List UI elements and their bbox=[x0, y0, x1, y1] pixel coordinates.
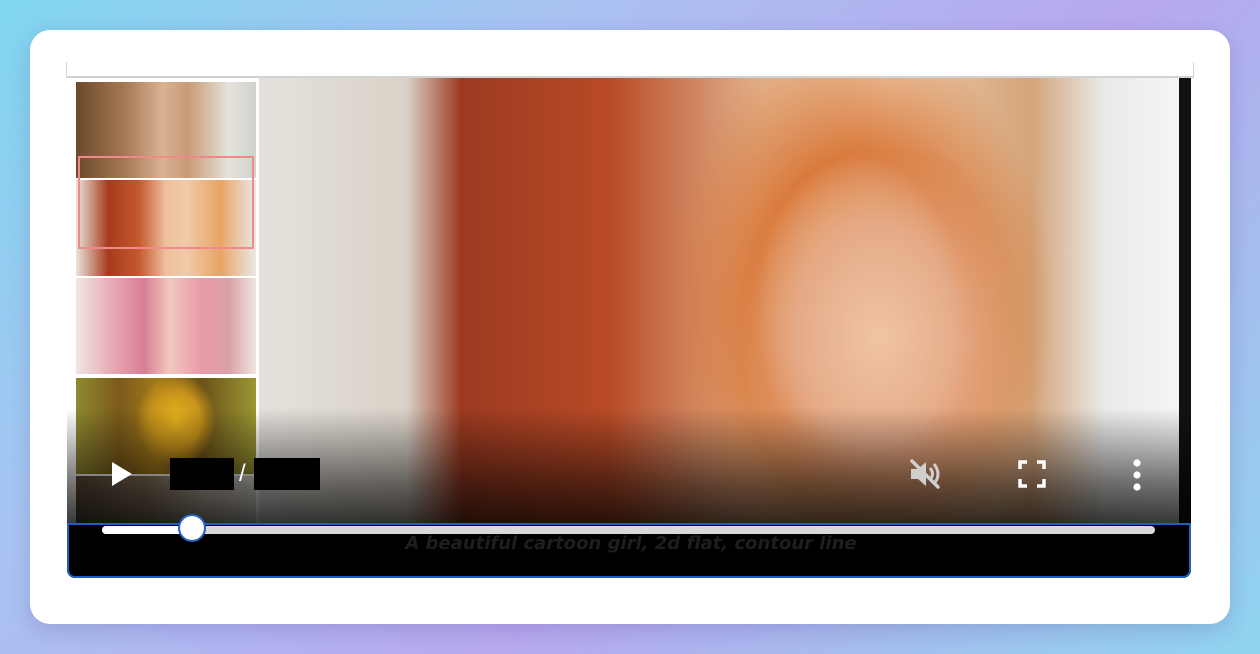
more-vertical-icon bbox=[1133, 459, 1141, 491]
mute-button[interactable] bbox=[907, 456, 943, 492]
video-player[interactable]: / A beautiful cartoon girl, 2d flat, con… bbox=[67, 78, 1191, 578]
seek-handle[interactable] bbox=[177, 514, 206, 542]
caption-text: A beautiful cartoon girl, 2d flat, conto… bbox=[405, 533, 857, 554]
current-time bbox=[170, 458, 234, 490]
thumbnail-selection-outline bbox=[78, 156, 254, 249]
volume-muted-icon bbox=[910, 459, 940, 489]
fullscreen-icon bbox=[1018, 460, 1046, 488]
fullscreen-button[interactable] bbox=[1017, 459, 1047, 489]
thumbnail-3[interactable] bbox=[76, 278, 256, 374]
seek-bar[interactable] bbox=[102, 526, 1155, 534]
more-options-button[interactable] bbox=[1125, 458, 1149, 492]
player-frame-top bbox=[66, 62, 1194, 78]
play-icon bbox=[112, 462, 132, 486]
time-separator: / bbox=[239, 460, 246, 487]
total-duration bbox=[254, 458, 320, 490]
play-button[interactable] bbox=[110, 460, 134, 488]
